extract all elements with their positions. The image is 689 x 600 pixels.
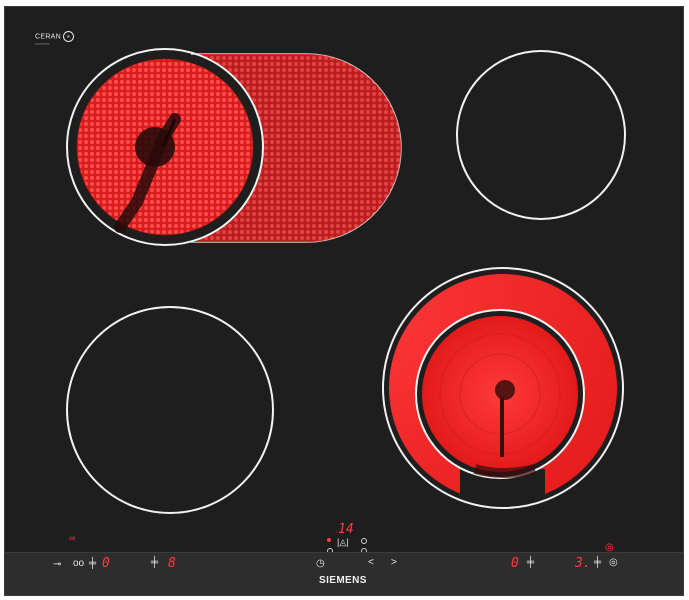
ceran-logo: CERAN ® <box>35 31 75 42</box>
zone-select-icon[interactable]: ╪ <box>89 559 96 569</box>
ceran-logo-subtext: ━━━━━━━ <box>35 42 50 46</box>
zone-select-icon[interactable]: ╪ <box>594 558 601 568</box>
left-zone2-level: 8 <box>168 556 176 571</box>
zone-select-icon[interactable]: ╪ <box>151 558 158 568</box>
cooktop-zones-art <box>5 7 685 597</box>
dual-zone-indicator-icon: ∞ <box>69 533 76 543</box>
dual-zone-button[interactable]: oo <box>73 559 84 569</box>
ring-button-icon[interactable]: ◎ <box>609 558 618 568</box>
siemens-brand: SIEMENS <box>319 575 367 586</box>
cooktop-glass: CERAN ® ━━━━━━━ 14 |◬| ∞ ◎ ⊸ oo ╪ 0 ╪ 8 ◷… <box>4 6 685 597</box>
zone-select-icon[interactable]: ╪ <box>527 558 534 568</box>
indicator-dot-icon <box>327 538 331 542</box>
timer-clock-icon[interactable]: ◷ <box>316 559 325 569</box>
arrow-left-button[interactable]: < <box>368 558 374 568</box>
right-zone2-level: 3. <box>575 556 591 571</box>
arrow-right-button[interactable]: > <box>391 558 397 568</box>
key-icon[interactable]: ⊸ <box>53 560 61 570</box>
zone-front-right <box>5 7 685 597</box>
left-zone-level: 0 <box>102 556 110 571</box>
lock-icon[interactable]: |◬| <box>337 537 349 547</box>
indicator-dot-icon <box>361 538 367 544</box>
right-zone-level: 0 <box>511 556 519 571</box>
timer-display: 14 <box>338 522 354 537</box>
